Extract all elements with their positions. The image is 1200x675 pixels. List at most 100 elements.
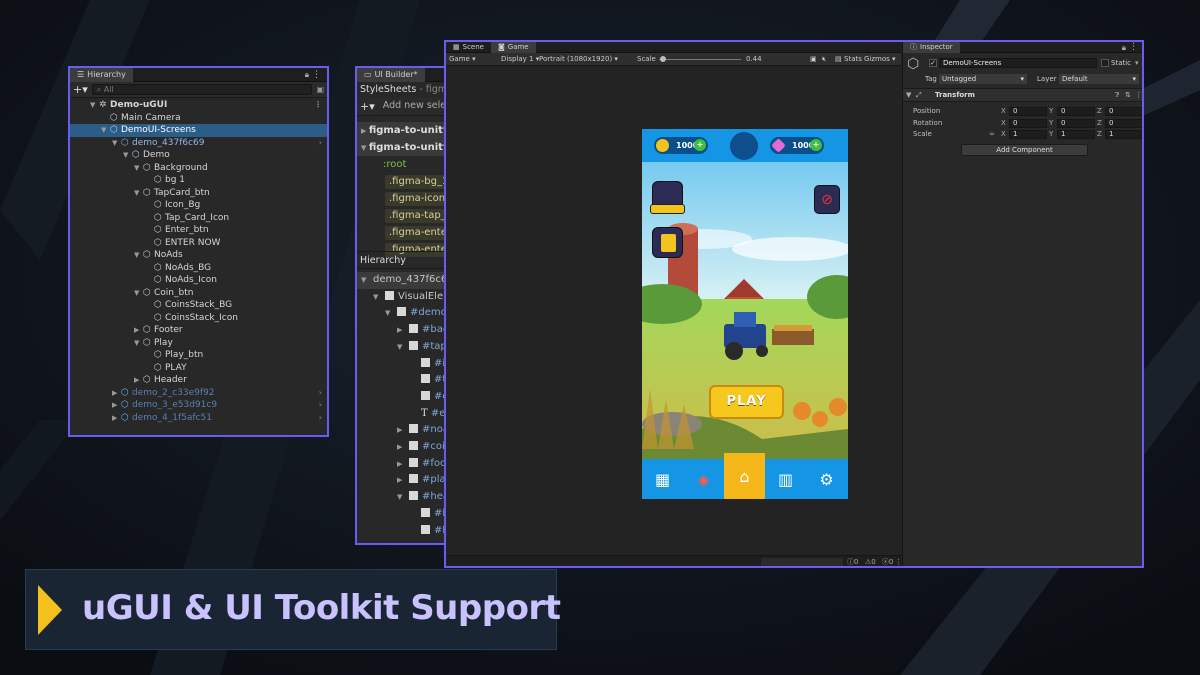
expand-arrow-icon[interactable]: ▶	[397, 439, 409, 456]
maximize-icon[interactable]: ▣	[810, 53, 817, 66]
expand-arrow-icon[interactable]: ▶	[112, 412, 121, 425]
expand-arrow-icon[interactable]: ▼	[397, 339, 409, 356]
expand-arrow-icon[interactable]: ▼	[361, 272, 373, 289]
expanded-arrow-icon[interactable]: ▼	[361, 144, 369, 152]
tree-row[interactable]: ▶ ⬡ Header	[70, 374, 327, 387]
tree-row[interactable]: ⬡ CoinsStack_Icon	[70, 312, 327, 325]
ui-builder-tab[interactable]: ▭ UI Builder*	[357, 68, 425, 82]
chevron-right-icon[interactable]: ›	[319, 387, 322, 400]
shop-tab[interactable]: ▥	[765, 459, 806, 499]
tree-row[interactable]: ▼ ✲ Demo-uGUI ⋮	[70, 99, 327, 112]
inspector-more-icon[interactable]: ⋮	[1129, 42, 1138, 53]
warning-count[interactable]: ⚠0	[865, 556, 876, 566]
tree-row[interactable]: ⬡ NoAds_Icon	[70, 274, 327, 287]
transform-z-field[interactable]: 0	[1105, 107, 1142, 116]
mute-icon[interactable]: 🔇︎	[822, 53, 826, 66]
tag-dropdown[interactable]: Untagged ▾	[939, 74, 1027, 84]
object-name-field[interactable]: DemoUI-Screens	[939, 58, 1097, 68]
active-checkbox[interactable]: ✓	[929, 59, 937, 67]
tree-row[interactable]: ▶ ⬡ demo_3_e53d91c9 ›	[70, 399, 327, 412]
coin-counter[interactable]: 1000 +	[654, 137, 708, 154]
scale-slider[interactable]	[659, 59, 741, 60]
search-options-icon[interactable]: ▣	[316, 85, 324, 94]
transform-y-field[interactable]: 0	[1057, 107, 1095, 116]
game-tab[interactable]: ◙ Game	[490, 42, 536, 53]
home-tab[interactable]: ⌂	[724, 453, 765, 499]
calendar-tab[interactable]: ▦	[642, 459, 683, 499]
add-icon[interactable]: +▾	[73, 83, 88, 96]
play-button[interactable]: PLAY	[709, 385, 784, 419]
tree-row[interactable]: ▶ ⬡ Footer	[70, 324, 327, 337]
tree-row[interactable]: ⬡ bg 1	[70, 174, 327, 187]
expand-arrow-icon[interactable]: ▼	[385, 305, 397, 322]
game-mode-dropdown[interactable]: Game ▾	[449, 53, 476, 66]
transform-y-field[interactable]: 0	[1057, 118, 1095, 128]
expand-arrow-icon[interactable]: ▼	[112, 137, 121, 150]
static-checkbox[interactable]	[1101, 59, 1109, 67]
transform-x-field[interactable]: 1	[1009, 130, 1047, 139]
expand-arrow-icon[interactable]: ▼	[134, 249, 143, 262]
expand-arrow-icon[interactable]: ▼	[397, 489, 409, 506]
scale-slider-handle[interactable]	[660, 56, 666, 62]
gem-add-icon[interactable]: +	[810, 139, 822, 151]
chevron-right-icon[interactable]: ›	[319, 399, 322, 412]
info-count[interactable]: ⓘ0	[847, 556, 858, 566]
layout-icon[interactable]: ▤	[835, 53, 842, 66]
expand-arrow-icon[interactable]: ▶	[397, 422, 409, 439]
transform-header[interactable]: ▼ ⤢ Transform ❓︎ ⇅ ⋮	[903, 89, 1142, 102]
expand-arrow-icon[interactable]: ▶	[397, 322, 409, 339]
hierarchy-tab[interactable]: ☰ Hierarchy	[70, 68, 133, 82]
component-more-icon[interactable]: ⋮	[1135, 89, 1142, 102]
expand-arrow-icon[interactable]: ▶	[397, 472, 409, 489]
help-icon[interactable]: ❓︎	[1115, 89, 1119, 102]
resolution-dropdown[interactable]: Portrait (1080x1920) ▾	[539, 53, 618, 66]
tree-row[interactable]: ▼ ⬡ Background	[70, 162, 327, 175]
gem-counter[interactable]: 1000 +	[770, 137, 824, 154]
tree-row[interactable]: ▼ ⬡ Coin_btn	[70, 287, 327, 300]
static-dropdown-icon[interactable]: ▾	[1135, 58, 1139, 68]
tree-row[interactable]: ⬡ CoinsStack_BG	[70, 299, 327, 312]
tree-row[interactable]: ▶ ⬡ demo_4_1f5afc51 ›	[70, 412, 327, 425]
status-more-icon[interactable]: ⋮	[895, 556, 902, 566]
stats-button[interactable]: Stats	[844, 53, 862, 66]
enter-now-button[interactable]	[650, 204, 685, 214]
expand-arrow-icon[interactable]: ▶	[134, 374, 143, 387]
tree-row[interactable]: ▼ ⬡ demo_437f6c69 ›	[70, 137, 327, 150]
chevron-right-icon[interactable]: ›	[319, 137, 322, 150]
coin-add-icon[interactable]: +	[694, 139, 706, 151]
lock-icon[interactable]: 🔒︎	[305, 68, 309, 82]
coin-stack-button[interactable]	[652, 227, 683, 258]
display-dropdown[interactable]: Display 1 ▾	[501, 53, 539, 66]
settings-tab[interactable]: ⚙	[806, 459, 847, 499]
tree-row[interactable]: ⬡ Enter_btn	[70, 224, 327, 237]
transform-x-field[interactable]: 0	[1009, 107, 1047, 116]
add-component-button[interactable]: Add Component	[961, 144, 1088, 156]
cards-tab[interactable]: ◈	[683, 459, 724, 499]
tree-row[interactable]: ⬡ Play_btn	[70, 349, 327, 362]
avatar[interactable]	[730, 132, 758, 160]
expand-arrow-icon[interactable]: ▶	[112, 399, 121, 412]
add-selector-icon[interactable]: +▾	[360, 100, 375, 113]
tree-row[interactable]: ▼ ⬡ Demo	[70, 149, 327, 162]
transform-z-field[interactable]: 1	[1105, 130, 1142, 139]
hierarchy-search-input[interactable]: ⌕ All	[91, 84, 313, 95]
more-options-icon[interactable]: ⋮	[312, 68, 321, 82]
expand-arrow-icon[interactable]: ▼	[373, 289, 385, 306]
no-ads-button[interactable]: ⊘	[814, 185, 840, 214]
tree-row[interactable]: ⬡ NoAds_BG	[70, 262, 327, 275]
tree-row[interactable]: ⬡ Main Camera	[70, 112, 327, 125]
expand-arrow-icon[interactable]: ▼	[123, 149, 132, 162]
tree-row[interactable]: ⬡ Icon_Bg	[70, 199, 327, 212]
link-icon[interactable]: ∞	[989, 129, 995, 140]
layer-dropdown[interactable]: Default ▾	[1059, 74, 1139, 84]
expand-arrow-icon[interactable]: ▼	[134, 162, 143, 175]
expand-arrow-icon[interactable]: ▶	[397, 456, 409, 473]
gizmos-dropdown[interactable]: Gizmos ▾	[864, 53, 896, 66]
tree-row[interactable]: ▼ ⬡ DemoUI-Screens	[70, 124, 327, 137]
transform-y-field[interactable]: 1	[1057, 130, 1095, 139]
tree-row[interactable]: ⬡ ENTER NOW	[70, 237, 327, 250]
expand-arrow-icon[interactable]: ▼	[101, 124, 110, 137]
collapsed-arrow-icon[interactable]: ▶	[361, 127, 369, 135]
scene-tab[interactable]: ▦ Scene	[446, 42, 491, 53]
expand-arrow-icon[interactable]: ▼	[134, 187, 143, 200]
